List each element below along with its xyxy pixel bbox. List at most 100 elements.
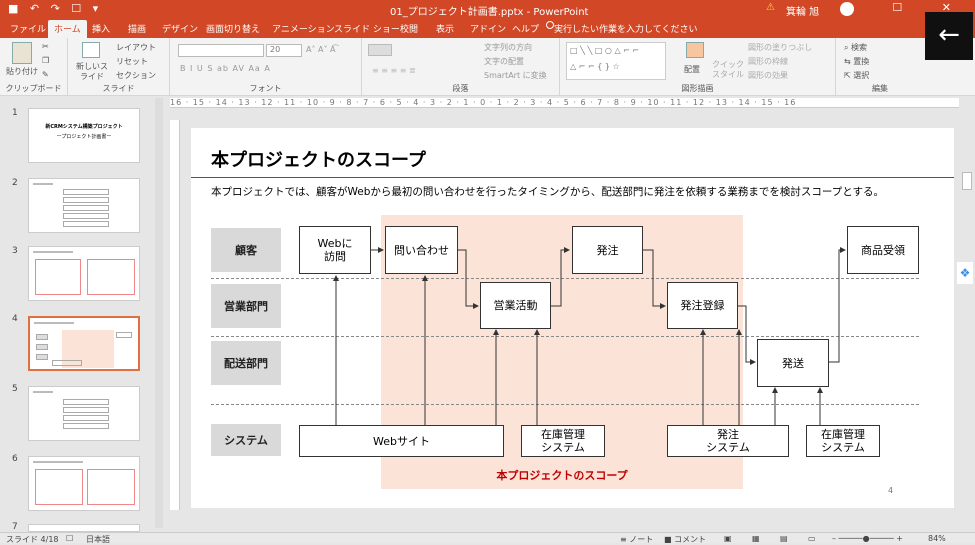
paste-button[interactable]: 貼り付け xyxy=(6,66,38,77)
editing-group: ⌕ 検索 ⇆ 置換 ⇱ 選択 編集 xyxy=(836,38,924,96)
tab-help[interactable]: ヘルプ xyxy=(512,22,539,35)
find-button[interactable]: ⌕ 検索 xyxy=(844,42,867,53)
box-order-system[interactable]: 発注 システム xyxy=(667,425,789,457)
thumbnail-number: 3 xyxy=(12,246,18,256)
quick-access-toolbar[interactable]: ■ ↶ ↷ ☐ ▾ xyxy=(8,2,102,15)
ribbon: 貼り付け ✂ ❐ ✎ クリップボード 新しいスライド レイアウト リセット セク… xyxy=(0,38,975,96)
thumbnail-number: 7 xyxy=(12,522,18,532)
new-slide-button[interactable]: 新しいスライド xyxy=(74,62,110,82)
notes-button[interactable]: ≡ ノート xyxy=(620,534,653,545)
box-shipping[interactable]: 発送 xyxy=(757,339,829,387)
spellcheck-icon[interactable]: ☐ xyxy=(66,534,73,543)
box-inventory-system-2[interactable]: 在庫管理 システム xyxy=(806,425,880,457)
slide-thumbnail-2[interactable] xyxy=(28,178,140,233)
arrange-button[interactable]: 配置 xyxy=(684,64,700,75)
box-receive-goods[interactable]: 商品受領 xyxy=(847,226,919,274)
box-order-registration[interactable]: 発注登録 xyxy=(667,282,738,329)
box-web-visit[interactable]: Webに 訪問 xyxy=(299,226,371,274)
shape-fill-button[interactable]: 図形の塗りつぶし xyxy=(748,42,812,53)
tab-slideshow[interactable]: スライド ショー xyxy=(334,22,400,35)
shapes-row2-icon[interactable]: △ ⌐ ⌐ { } ☆ xyxy=(570,62,620,71)
user-name[interactable]: 箕輪 旭 xyxy=(786,3,819,18)
tab-transitions[interactable]: 画面切り替え xyxy=(206,22,260,35)
slide-thumbnail-5[interactable] xyxy=(28,386,140,441)
align-icons[interactable]: ≡ ≡ ≡ ≡ ≣ xyxy=(372,66,416,75)
slides-group-label: スライド xyxy=(102,84,135,93)
bullets-icon[interactable] xyxy=(368,44,392,56)
tell-me-input[interactable]: 実行したい作業を入力してください xyxy=(554,22,697,35)
align-text-button[interactable]: 文字の配置 xyxy=(484,56,524,67)
tab-home[interactable]: ホーム xyxy=(48,20,87,39)
box-website[interactable]: Webサイト xyxy=(299,425,504,457)
box-sales-activity[interactable]: 営業活動 xyxy=(480,282,551,329)
smartart-button[interactable]: SmartArt に変換 xyxy=(484,70,547,81)
shape-effect-button[interactable]: 図形の効果 xyxy=(748,70,788,81)
lightbulb-icon xyxy=(546,21,554,29)
slide-counter: スライド 4/18 xyxy=(6,535,59,544)
slide-sorter-icon[interactable]: ▦ xyxy=(752,534,760,543)
cut-icon[interactable]: ✂ xyxy=(42,42,49,51)
thumbnail-number: 2 xyxy=(12,178,18,188)
font-group: 20 A˄ A˅ A͡ B I U S ab AV Aa A フォント xyxy=(170,38,362,96)
zoom-level[interactable]: 84% xyxy=(928,534,946,543)
thumbnail-scrollbar[interactable] xyxy=(155,98,163,528)
thumbnail-number: 5 xyxy=(12,384,18,394)
shape-outline-button[interactable]: 図形の枠線 xyxy=(748,56,788,67)
tab-review[interactable]: 校閲 xyxy=(400,22,418,35)
editing-group-label: 編集 xyxy=(872,84,888,93)
comments-button[interactable]: ■ コメント xyxy=(664,534,706,545)
vertical-scrollbar[interactable] xyxy=(959,96,975,532)
layout-button[interactable]: レイアウト xyxy=(116,42,156,53)
back-arrow-icon[interactable]: ← xyxy=(925,12,973,60)
arrange-icon[interactable] xyxy=(686,42,704,58)
new-slide-icon[interactable] xyxy=(82,42,100,58)
reading-view-icon[interactable]: ▤ xyxy=(780,534,788,543)
slide-canvas[interactable]: 本プロジェクトのスコープ 本プロジェクトでは、顧客がWebから最初の問い合わせを… xyxy=(191,128,954,508)
tab-design[interactable]: デザイン xyxy=(162,22,198,35)
font-format-buttons[interactable]: B I U S ab AV Aa A xyxy=(180,64,271,73)
tab-view[interactable]: 表示 xyxy=(436,22,454,35)
paste-icon[interactable] xyxy=(12,42,32,64)
text-direction-button[interactable]: 文字列の方向 xyxy=(484,42,532,53)
shapes-icon[interactable]: □ ╲ ╲ □ ○ △ ⌐ ⌐ xyxy=(570,46,639,55)
section-button[interactable]: セクション xyxy=(116,70,156,81)
replace-button[interactable]: ⇆ 置換 xyxy=(844,56,869,67)
dropbox-icon[interactable]: ❖ xyxy=(957,262,973,284)
slide-thumbnail-6[interactable] xyxy=(28,456,140,511)
box-order[interactable]: 発注 xyxy=(572,226,643,274)
tab-file[interactable]: ファイル xyxy=(10,22,46,35)
tab-insert[interactable]: 挿入 xyxy=(92,22,110,35)
slideshow-icon[interactable]: ▭ xyxy=(808,534,816,543)
select-button[interactable]: ⇱ 選択 xyxy=(844,70,869,81)
font-name-dropdown[interactable] xyxy=(178,44,264,57)
tab-draw[interactable]: 描画 xyxy=(128,22,146,35)
font-grow-shrink-icon[interactable]: A˄ A˅ A͡ xyxy=(306,45,336,54)
slide-thumbnail-7[interactable] xyxy=(28,524,140,532)
box-inventory-system-1[interactable]: 在庫管理 システム xyxy=(521,425,605,457)
zoom-slider[interactable]: – ─────●───── + xyxy=(832,534,903,543)
ribbon-tabs: ファイル ホーム 挿入 描画 デザイン 画面切り替え アニメーション スライド … xyxy=(0,18,975,39)
language-indicator[interactable]: 日本語 xyxy=(86,534,110,545)
format-painter-icon[interactable]: ✎ xyxy=(42,70,49,79)
quick-style-button[interactable]: クイックスタイル xyxy=(712,60,744,80)
reset-button[interactable]: リセット xyxy=(116,56,148,67)
slide-thumbnail-4[interactable] xyxy=(28,316,140,371)
copy-icon[interactable]: ❐ xyxy=(42,56,49,65)
thumbnail-subtitle: ープロジェクト計画書ー xyxy=(56,134,112,140)
slide-thumbnail-panel: 1 新CRMシステム構築プロジェクト ープロジェクト計画書ー 2 3 4 5 6 xyxy=(0,96,165,532)
scope-label[interactable]: 本プロジェクトのスコープ xyxy=(381,467,743,483)
box-inquiry[interactable]: 問い合わせ xyxy=(385,226,458,274)
horizontal-ruler: 16 · 15 · 14 · 13 · 12 · 11 · 10 · 9 · 8… xyxy=(170,98,960,108)
slide-thumbnail-1[interactable]: 新CRMシステム構築プロジェクト ープロジェクト計画書ー xyxy=(28,108,140,163)
tab-addins[interactable]: アドイン xyxy=(470,22,506,35)
slides-group: 新しいスライド レイアウト リセット セクション スライド xyxy=(68,38,170,96)
scrollbar-thumb[interactable] xyxy=(962,172,972,190)
vertical-ruler xyxy=(170,120,180,510)
slide-thumbnail-3[interactable] xyxy=(28,246,140,301)
font-size-dropdown[interactable]: 20 xyxy=(266,44,302,57)
tab-animations[interactable]: アニメーション xyxy=(272,22,335,35)
document-title: 01_プロジェクト計画書.pptx - PowerPoint xyxy=(390,7,589,18)
normal-view-icon[interactable]: ▣ xyxy=(724,534,732,543)
clipboard-group: 貼り付け ✂ ❐ ✎ クリップボード xyxy=(0,38,68,96)
warning-icon[interactable]: ⚠ xyxy=(766,2,775,13)
